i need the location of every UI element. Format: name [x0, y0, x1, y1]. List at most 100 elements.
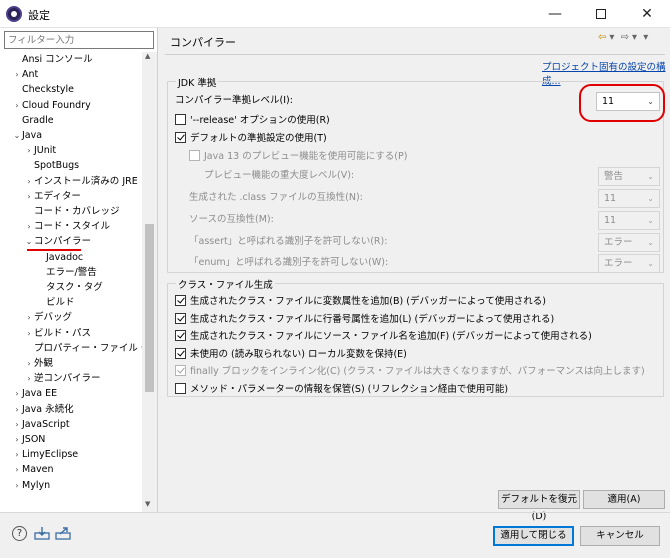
- tree-item[interactable]: › Mylyn: [12, 478, 50, 493]
- tree-item[interactable]: プロパティー・ファイル・エディタ: [24, 341, 142, 356]
- tree-item[interactable]: › 逆コンパイラー: [24, 371, 100, 386]
- release-option-checkbox[interactable]: '--release' オプションの使用(R): [175, 113, 330, 129]
- classfile-option-checkbox[interactable]: 生成されたクラス・ファイルに変数属性を追加(B) (デバッガーによって使用される…: [175, 294, 546, 310]
- collapsed-chevron-icon[interactable]: ›: [12, 386, 22, 401]
- default-compliance-checkbox[interactable]: デフォルトの準拠設定の使用(T): [175, 131, 327, 147]
- scroll-down-icon[interactable]: ▼: [145, 500, 150, 508]
- scroll-thumb[interactable]: [145, 224, 154, 392]
- scroll-up-icon[interactable]: ▲: [145, 52, 150, 60]
- checkbox-box[interactable]: [189, 150, 200, 161]
- tree-item[interactable]: ⌄ Java: [12, 128, 42, 143]
- collapsed-chevron-icon[interactable]: ›: [24, 371, 34, 386]
- tree-item[interactable]: ビルド: [36, 295, 75, 310]
- tree-item-label: インストール済みの JRE: [34, 175, 138, 187]
- tree-item[interactable]: › エディター: [24, 189, 80, 204]
- collapsed-chevron-icon[interactable]: ›: [24, 310, 34, 325]
- collapsed-chevron-icon[interactable]: ›: [24, 143, 34, 158]
- checkbox-box[interactable]: [175, 382, 186, 394]
- classfile-option-checkbox[interactable]: 生成されたクラス・ファイルに行番号属性を追加(L) (デバッガーによって使用され…: [175, 312, 554, 328]
- tree-item[interactable]: Javadoc: [36, 250, 83, 265]
- tree-item[interactable]: › Cloud Foundry: [12, 98, 90, 113]
- tree-item[interactable]: › JavaScript: [12, 417, 69, 432]
- group-label: JDK 準拠: [176, 75, 219, 89]
- collapsed-chevron-icon[interactable]: ›: [24, 326, 34, 341]
- tree-item-label: Java EE: [22, 388, 58, 400]
- collapsed-chevron-icon[interactable]: ›: [12, 462, 22, 477]
- cancel-button[interactable]: キャンセル: [580, 526, 660, 546]
- tree-scrollbar[interactable]: ▲ ▼: [142, 52, 157, 512]
- tree-item[interactable]: SpotBugs: [24, 158, 79, 173]
- tree-item[interactable]: › インストール済みの JRE: [24, 174, 138, 189]
- tree-item[interactable]: Gradle: [12, 113, 54, 128]
- checkbox-box[interactable]: [175, 347, 186, 359]
- tree-item-label: ビルド: [46, 297, 75, 309]
- collapsed-chevron-icon[interactable]: ›: [12, 98, 22, 113]
- maximize-button[interactable]: [578, 0, 624, 28]
- checkbox-box[interactable]: [175, 312, 186, 324]
- classfile-option-checkbox[interactable]: 未使用の (読み取られない) ローカル変数を保持(E): [175, 347, 407, 363]
- tree-item[interactable]: エラー/警告: [36, 265, 97, 280]
- tree-item[interactable]: ⌄ コンパイラー: [24, 234, 91, 249]
- preference-page: コンパイラー ⇦ ▾ ⇨ ▾ ▾ プロジェクト固有の設定の構成... JDK 準拠 …: [159, 28, 670, 522]
- back-menu-icon[interactable]: ▾: [609, 32, 614, 43]
- collapsed-chevron-icon[interactable]: ›: [12, 447, 22, 462]
- tree-item[interactable]: › デバッグ: [24, 310, 72, 325]
- expanded-chevron-icon[interactable]: ⌄: [12, 128, 22, 143]
- checkbox-box[interactable]: [175, 132, 186, 143]
- view-menu-icon[interactable]: ▾: [643, 32, 648, 43]
- classfile-compat-select[interactable]: 11 ⌄: [598, 189, 660, 208]
- checkbox-box[interactable]: [175, 114, 186, 125]
- chevron-down-icon: ⌄: [647, 238, 654, 247]
- forward-menu-icon[interactable]: ▾: [632, 32, 637, 43]
- tree-item[interactable]: › コード・スタイル: [24, 219, 110, 234]
- tree-item[interactable]: › JSON: [12, 432, 45, 447]
- collapsed-chevron-icon[interactable]: ›: [24, 219, 34, 234]
- expanded-chevron-icon[interactable]: ⌄: [24, 234, 34, 249]
- collapsed-chevron-icon[interactable]: ›: [24, 174, 34, 189]
- import-icon[interactable]: [34, 526, 50, 540]
- tree-item[interactable]: Ansi コンソール: [12, 52, 93, 67]
- collapsed-chevron-icon[interactable]: ›: [12, 478, 22, 493]
- tree-item[interactable]: › Java 永続化: [12, 402, 73, 417]
- collapsed-chevron-icon[interactable]: ›: [12, 432, 22, 447]
- collapsed-chevron-icon[interactable]: ›: [12, 402, 22, 417]
- tree-item-label: プロパティー・ファイル・エディタ: [34, 342, 142, 354]
- tree-item[interactable]: › Ant: [12, 67, 38, 82]
- classfile-option-checkbox[interactable]: メソッド・パラメーターの情報を保管(S) (リフレクション経由で使用可能): [175, 382, 508, 398]
- minimize-button[interactable]: —: [532, 0, 578, 28]
- classfile-option-checkbox[interactable]: 生成されたクラス・ファイルにソース・ファイル名を追加(F) (デバッガーによって…: [175, 329, 592, 345]
- enum-identifier-select[interactable]: エラー ⌄: [598, 254, 660, 273]
- assert-identifier-select[interactable]: エラー ⌄: [598, 233, 660, 252]
- classfile-option-checkbox[interactable]: finally ブロックをインライン化(C) (クラス・ファイルは大きくなります…: [175, 364, 645, 380]
- tree-item[interactable]: › 外観: [24, 356, 53, 371]
- checkbox-label: 未使用の (読み取られない) ローカル変数を保持(E): [190, 348, 407, 360]
- tree-item[interactable]: › Maven: [12, 462, 53, 477]
- tree-item[interactable]: › Java EE: [12, 386, 57, 401]
- tree-item-label: Javadoc: [46, 251, 84, 263]
- checkbox-box[interactable]: [175, 295, 186, 306]
- collapsed-chevron-icon[interactable]: ›: [24, 189, 34, 204]
- tree-item[interactable]: タスク・タグ: [36, 280, 103, 295]
- back-arrow-icon[interactable]: ⇦: [598, 32, 606, 43]
- preview-features-checkbox[interactable]: Java 13 のプレビュー機能を使用可能にする(P): [189, 149, 407, 165]
- apply-button[interactable]: 適用(A): [583, 490, 665, 509]
- checkbox-box[interactable]: [175, 365, 186, 376]
- tree-item[interactable]: › LimyEclipse: [12, 447, 78, 462]
- collapsed-chevron-icon[interactable]: ›: [12, 417, 22, 432]
- restore-defaults-button[interactable]: デフォルトを復元(D): [498, 490, 580, 522]
- close-button[interactable]: ✕: [624, 0, 670, 28]
- export-icon[interactable]: [55, 526, 71, 540]
- help-icon[interactable]: ?: [12, 526, 27, 541]
- source-compat-select[interactable]: 11 ⌄: [598, 211, 660, 230]
- tree-item[interactable]: › ビルド・パス: [24, 326, 91, 341]
- tree-item[interactable]: コード・カバレッジ: [24, 204, 120, 219]
- collapsed-chevron-icon[interactable]: ›: [24, 356, 34, 371]
- checkbox-box[interactable]: [175, 330, 186, 341]
- forward-arrow-icon[interactable]: ⇨: [621, 32, 629, 43]
- apply-and-close-button[interactable]: 適用して閉じる: [493, 526, 574, 546]
- tree-item[interactable]: › JUnit: [24, 143, 56, 158]
- tree-item[interactable]: Checkstyle: [12, 82, 74, 97]
- filter-input[interactable]: [4, 31, 154, 49]
- preview-severity-select[interactable]: 警告 ⌄: [598, 167, 660, 186]
- collapsed-chevron-icon[interactable]: ›: [12, 67, 22, 82]
